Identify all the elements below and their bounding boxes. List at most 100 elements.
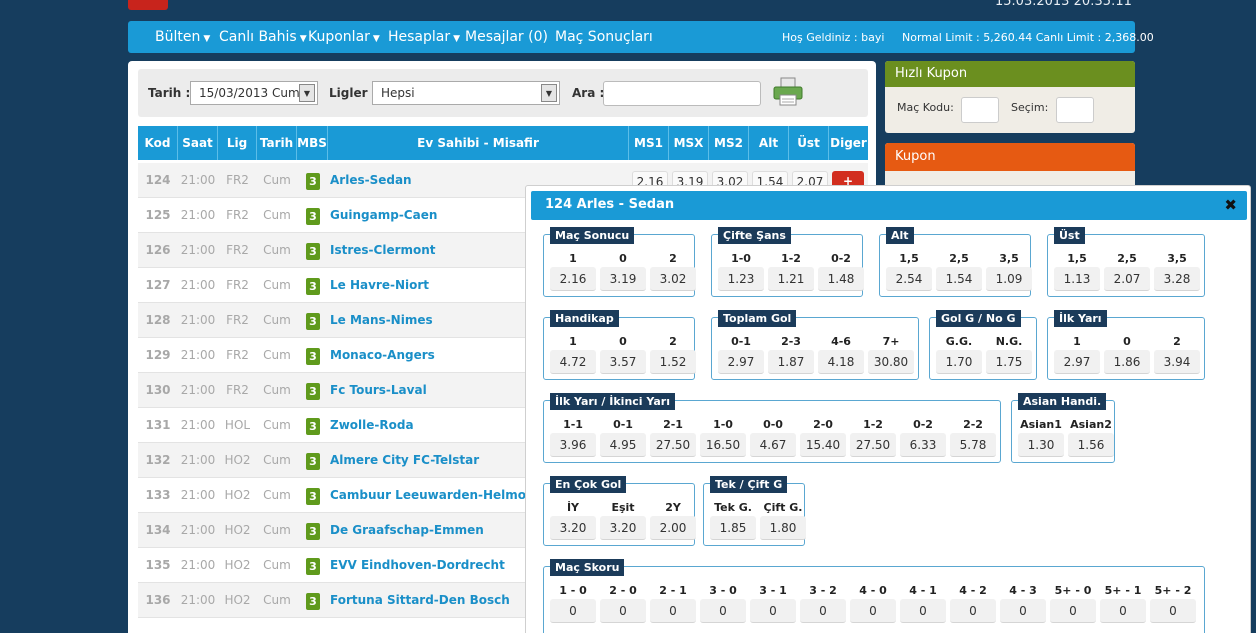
- league-select[interactable]: Hepsi ▼: [372, 81, 560, 105]
- odd-value-button[interactable]: 1.30: [1018, 433, 1064, 457]
- odd-value-button[interactable]: 3.28: [1154, 267, 1200, 291]
- mac-kodu-input[interactable]: [961, 97, 999, 123]
- match-teams-link[interactable]: Zwolle-Roda: [330, 408, 414, 443]
- odd-value-button[interactable]: 0: [700, 599, 746, 623]
- secim-input[interactable]: [1056, 97, 1094, 123]
- odd-value-button[interactable]: 0: [1150, 599, 1196, 623]
- odd-value-button[interactable]: 1.54: [936, 267, 982, 291]
- date-select[interactable]: 15/03/2013 Cum ▼: [190, 81, 318, 105]
- odd-value-button[interactable]: 1.13: [1054, 267, 1100, 291]
- odd-value-button[interactable]: 3.20: [600, 516, 646, 540]
- col-teams[interactable]: Ev Sahibi - Misafir: [328, 126, 629, 160]
- odd-value-button[interactable]: 3.20: [550, 516, 596, 540]
- nav-canli-bahis[interactable]: Canlı Bahis ▼: [219, 29, 307, 45]
- cell-lig: FR2: [226, 383, 249, 397]
- odd-value-button[interactable]: 6.33: [900, 433, 946, 457]
- col-kod[interactable]: Kod: [138, 126, 178, 160]
- odd-value-button[interactable]: 0: [850, 599, 896, 623]
- odd-value-button[interactable]: 1.48: [818, 267, 864, 291]
- odd-value-button[interactable]: 1.21: [768, 267, 814, 291]
- odd-value-button[interactable]: 30.80: [868, 350, 914, 374]
- odd-value-button[interactable]: 1.56: [1068, 433, 1114, 457]
- odd-value-button[interactable]: 2.16: [550, 267, 596, 291]
- odd-value-button[interactable]: 4.95: [600, 433, 646, 457]
- odd-value-button[interactable]: 0: [600, 599, 646, 623]
- col-alt[interactable]: Alt: [749, 126, 789, 160]
- col-lig[interactable]: Lig: [218, 126, 257, 160]
- odd-value-button[interactable]: 16.50: [700, 433, 746, 457]
- match-teams-link[interactable]: Le Mans-Nimes: [330, 303, 433, 338]
- odd-value-button[interactable]: 1.23: [718, 267, 764, 291]
- nav-mesajlar[interactable]: Mesajlar (0): [465, 29, 548, 45]
- odd-value-button[interactable]: 27.50: [850, 433, 896, 457]
- odd-value-button[interactable]: 3.19: [600, 267, 646, 291]
- odd-value-button[interactable]: 2.07: [1104, 267, 1150, 291]
- nav-label: Kuponlar: [308, 29, 370, 45]
- odd-value-button[interactable]: 2.97: [1054, 350, 1100, 374]
- odd-value-button[interactable]: 4.18: [818, 350, 864, 374]
- cell-kod: 126: [145, 243, 171, 257]
- match-teams-link[interactable]: Istres-Clermont: [330, 233, 436, 268]
- odds-group: Maç Skoru 1 - 002 - 002 - 103 - 003 - 103…: [543, 559, 1205, 633]
- nav-kuponlar[interactable]: Kuponlar ▼: [308, 29, 380, 45]
- odd-value-button[interactable]: 1.86: [1104, 350, 1150, 374]
- odd-value-button[interactable]: 0: [1050, 599, 1096, 623]
- odd-label: N.G.: [995, 335, 1023, 348]
- match-teams-link[interactable]: Fortuna Sittard-Den Bosch: [330, 583, 510, 618]
- odd-value-button[interactable]: 1.87: [768, 350, 814, 374]
- cell-kod: 127: [145, 278, 171, 292]
- odd-value-button[interactable]: 1.80: [760, 516, 806, 540]
- col-diger[interactable]: Diger: [829, 126, 868, 160]
- odd-value-button[interactable]: 15.40: [800, 433, 846, 457]
- odd-value-button[interactable]: 0: [950, 599, 996, 623]
- odd-value-button[interactable]: 4.67: [750, 433, 796, 457]
- odd-value-button[interactable]: 5.78: [950, 433, 996, 457]
- odd-value-button[interactable]: 1.09: [986, 267, 1032, 291]
- odd-value-button[interactable]: 0: [1100, 599, 1146, 623]
- odd-value-button[interactable]: 27.50: [650, 433, 696, 457]
- odd-value-button[interactable]: 3.96: [550, 433, 596, 457]
- close-icon[interactable]: ✖: [1224, 196, 1237, 214]
- printer-icon[interactable]: [772, 77, 804, 107]
- search-input[interactable]: [603, 81, 761, 106]
- col-ust[interactable]: Üst: [789, 126, 829, 160]
- odd-value-button[interactable]: 1.52: [650, 350, 696, 374]
- odd-value-button[interactable]: 2.00: [650, 516, 696, 540]
- col-ms1[interactable]: MS1: [629, 126, 669, 160]
- site-logo[interactable]: [128, 0, 323, 10]
- col-tarih[interactable]: Tarih: [257, 126, 297, 160]
- odd-value-button[interactable]: 0: [750, 599, 796, 623]
- odd-value-button[interactable]: 0: [550, 599, 596, 623]
- odd-value-button[interactable]: 0: [650, 599, 696, 623]
- nav-mac-sonuclari[interactable]: Maç Sonuçları: [555, 29, 653, 45]
- col-saat[interactable]: Saat: [178, 126, 218, 160]
- odd-value-button[interactable]: 2.54: [886, 267, 932, 291]
- match-teams-link[interactable]: Almere City FC-Telstar: [330, 443, 479, 478]
- odd-value-button[interactable]: 3.02: [650, 267, 696, 291]
- odd-value-button[interactable]: 3.94: [1154, 350, 1200, 374]
- odd-label: 4 - 1: [909, 584, 937, 597]
- odd-value-button[interactable]: 1.85: [710, 516, 756, 540]
- odd-value-button[interactable]: 0: [1000, 599, 1046, 623]
- odd-label: 0-2: [831, 252, 851, 265]
- nav-bulten[interactable]: Bülten ▼: [155, 29, 210, 45]
- match-teams-link[interactable]: Fc Tours-Laval: [330, 373, 427, 408]
- odd-value-button[interactable]: 3.57: [600, 350, 646, 374]
- odd-value-button[interactable]: 1.75: [986, 350, 1032, 374]
- col-ms2[interactable]: MS2: [709, 126, 749, 160]
- odd-value-button[interactable]: 1.70: [936, 350, 982, 374]
- match-teams-link[interactable]: De Graafschap-Emmen: [330, 513, 484, 548]
- match-teams-link[interactable]: EVV Eindhoven-Dordrecht: [330, 548, 505, 583]
- odd-value-button[interactable]: 0: [900, 599, 946, 623]
- odds-group: Maç Sonucu 1 2.16 0 3.19 2 3.02: [543, 227, 696, 297]
- odd-value-button[interactable]: 4.72: [550, 350, 596, 374]
- match-teams-link[interactable]: Monaco-Angers: [330, 338, 435, 373]
- match-teams-link[interactable]: Guingamp-Caen: [330, 198, 437, 233]
- match-teams-link[interactable]: Arles-Sedan: [330, 163, 412, 198]
- col-mbs[interactable]: MBS: [297, 126, 328, 160]
- nav-hesaplar[interactable]: Hesaplar ▼: [388, 29, 460, 45]
- odd-value-button[interactable]: 2.97: [718, 350, 764, 374]
- odd-value-button[interactable]: 0: [800, 599, 846, 623]
- match-teams-link[interactable]: Le Havre-Niort: [330, 268, 429, 303]
- col-msx[interactable]: MSX: [669, 126, 709, 160]
